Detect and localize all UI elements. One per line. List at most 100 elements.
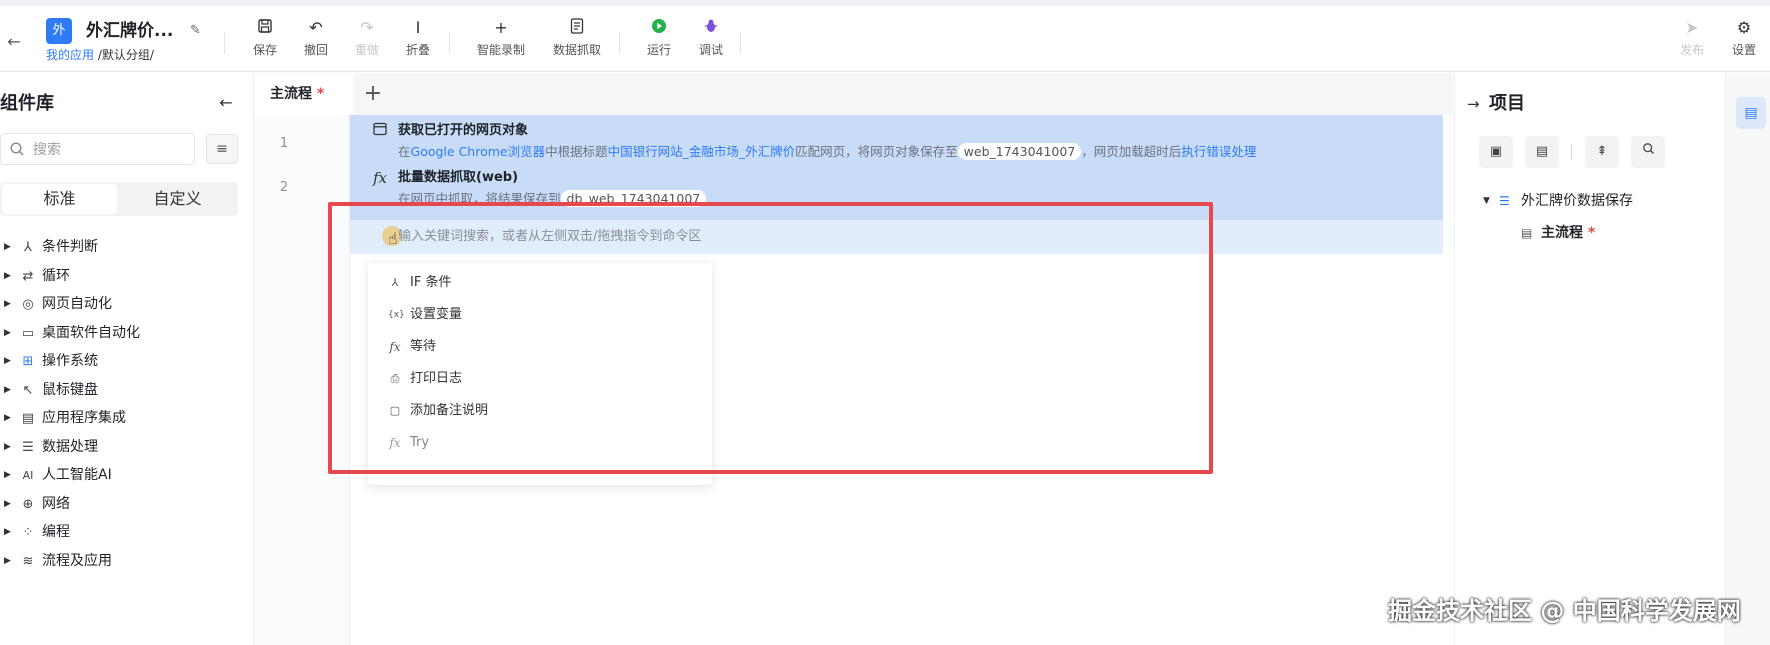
category-item[interactable]: ▶ ☰ 数据处理: [0, 433, 250, 462]
undo-label: 撤回: [303, 43, 328, 57]
category-item[interactable]: ▶ ▭ 桌面软件自动化: [0, 319, 250, 348]
debug-label: 调试: [698, 43, 723, 57]
editor-tabbar: 主流程 * +: [254, 73, 1453, 115]
category-item[interactable]: ▶ ⊞ 操作系统: [0, 347, 250, 376]
desc-error-handling-link[interactable]: 执行错误处理: [1181, 144, 1256, 159]
category-item[interactable]: ▶ ⇄ 循环: [0, 262, 250, 291]
expand-caret-icon: ▶: [4, 555, 11, 566]
category-label: 应用程序集成: [42, 410, 126, 426]
expand-caret-icon: ▶: [4, 498, 11, 509]
branch-icon: ⅄: [391, 276, 399, 289]
sort-filter-button[interactable]: ≡: [206, 134, 238, 164]
debug-button[interactable]: 调试: [686, 18, 736, 64]
variable-chip[interactable]: web_1743041007: [957, 143, 1082, 160]
category-item[interactable]: ▶ ⅄ 条件判断: [0, 233, 250, 262]
undo-button[interactable]: ↶ 撤回: [291, 18, 341, 64]
document-panel-button[interactable]: ▤: [1736, 97, 1766, 129]
back-arrow-icon[interactable]: ←: [4, 32, 24, 52]
project-tree-root-label: 外汇牌价数据保存: [1521, 193, 1633, 209]
plus-icon: +: [494, 18, 508, 37]
desc-text: ，网页加载超时后: [1081, 144, 1182, 159]
category-label: 操作系统: [42, 353, 98, 369]
publish-label: 发布: [1679, 43, 1704, 57]
document-icon: [550, 18, 604, 38]
run-button[interactable]: 运行: [634, 18, 684, 64]
desc-title-link[interactable]: 中国银行网站_金融市场_外汇牌价: [608, 144, 796, 159]
run-label: 运行: [646, 43, 671, 57]
expand-caret-icon: ▶: [4, 299, 11, 309]
suggestion-item[interactable]: ⅄ IF 条件: [368, 267, 712, 299]
suggestion-item[interactable]: {x} 设置变量: [368, 299, 712, 331]
new-flow-button[interactable]: ▤: [1525, 136, 1559, 168]
suggestion-item[interactable]: fx Try: [368, 427, 712, 459]
data-scrape-button[interactable]: 数据抓取: [550, 18, 604, 64]
command-search-placeholder[interactable]: 输入关键词搜索，或者从左侧双击/拖拽指令到命令区: [398, 228, 998, 246]
function-icon: fx: [389, 340, 401, 354]
smart-record-button[interactable]: + 智能录制: [474, 18, 528, 64]
category-item[interactable]: ▶ ≋ 流程及应用: [0, 547, 250, 576]
collapse-all-button[interactable]: ⇞: [1585, 136, 1619, 168]
tab-main-flow[interactable]: 主流程 *: [254, 74, 354, 115]
category-item[interactable]: ▶ ⁘ 编程: [0, 518, 250, 547]
desc-text: 匹配网页，将网页对象保存至: [795, 144, 958, 159]
category-item[interactable]: ▶ ⊕ 网络: [0, 490, 250, 519]
new-folder-button[interactable]: ▣: [1479, 136, 1513, 168]
category-item[interactable]: ▶ ▤ 应用程序集成: [0, 404, 250, 433]
breadcrumb-my-apps-link[interactable]: 我的应用: [46, 48, 94, 62]
add-tab-plus-icon[interactable]: +: [360, 81, 386, 107]
toolbar-divider: [449, 32, 450, 54]
category-label: 数据处理: [42, 438, 98, 455]
expand-caret-icon: ▶: [4, 441, 11, 452]
line-number: 1: [279, 136, 289, 151]
collapse-button[interactable]: I 折叠: [393, 18, 443, 64]
suggestion-label: 打印日志: [410, 371, 463, 386]
edit-name-icon[interactable]: ✎: [190, 23, 206, 39]
suggestion-item[interactable]: ▢ 添加备注说明: [368, 395, 712, 427]
tab-custom[interactable]: 自定义: [120, 184, 235, 214]
settings-button[interactable]: ⚙ 设置: [1720, 18, 1768, 64]
line-number-gutter: 1 2: [254, 115, 350, 645]
category-label: 桌面软件自动化: [42, 324, 140, 341]
desc-browser-link[interactable]: Google Chrome浏览器: [411, 144, 546, 159]
database-icon: ☰: [22, 439, 34, 455]
expand-caret-icon: ▶: [4, 527, 11, 537]
redo-button[interactable]: ↷ 重做: [342, 18, 392, 64]
variable-chip[interactable]: db_web_1743041007: [560, 190, 707, 207]
project-search-button[interactable]: [1631, 136, 1665, 168]
publish-button[interactable]: ➤ 发布: [1668, 18, 1716, 64]
unsaved-marker: *: [1583, 225, 1596, 241]
command-description: 在网页中抓取，将结果保存到 db_web_1743041007: [398, 190, 707, 208]
suggestion-item[interactable]: ⎙ 打印日志: [368, 363, 712, 395]
category-label: 鼠标键盘: [42, 381, 98, 398]
expand-panel-arrow-icon[interactable]: →: [1467, 92, 1480, 116]
desc-text: 在网页中抓取，将结果保存到: [398, 191, 561, 206]
expand-caret-icon: ▶: [4, 356, 11, 366]
collapse-panel-arrow-icon[interactable]: ←: [216, 91, 236, 115]
component-library-title: 组件库: [0, 93, 54, 114]
selected-commands-block[interactable]: 获取已打开的网页对象 在Google Chrome浏览器中根据标题中国银行网站_…: [350, 115, 1443, 220]
tab-standard[interactable]: 标准: [2, 184, 117, 214]
category-label: 人工智能AI: [42, 467, 112, 483]
search-icon: [1642, 143, 1655, 159]
expand-caret-icon: ▶: [4, 470, 11, 480]
layers-icon: ≋: [22, 553, 34, 569]
suggestion-label: IF 条件: [410, 275, 452, 290]
command-input-row[interactable]: 输入关键词搜索，或者从左侧双击/拖拽指令到命令区 ☝: [350, 220, 1443, 254]
category-item[interactable]: ▶ ↖ 鼠标键盘: [0, 376, 250, 405]
expand-caret-icon: ▶: [4, 384, 11, 395]
toolbar-divider: [740, 32, 741, 54]
component-library-panel: 组件库 ← ≡ 标准 自定义 ▶ ⅄ 条件判断 ▶ ⇄ 循环 ▶ ◎ 网页自动化 ▶ ▭ 桌面软…: [0, 73, 254, 645]
category-item[interactable]: ▶ AI 人工智能AI: [0, 461, 250, 490]
save-button[interactable]: 保存: [240, 18, 290, 64]
project-tree-main-flow-label: 主流程 *: [1541, 223, 1595, 243]
category-item[interactable]: ▶ ◎ 网页自动化: [0, 290, 250, 319]
suggestion-label: 设置变量: [410, 307, 463, 322]
tab-main-flow-label: 主流程: [270, 86, 312, 102]
collapse-caret-icon: ▼: [1483, 196, 1490, 206]
component-search-input[interactable]: [33, 139, 183, 161]
database-icon: ☰: [1499, 194, 1510, 208]
gear-icon: ⚙: [1736, 18, 1752, 37]
category-label: 网页自动化: [42, 296, 112, 312]
category-label: 编程: [42, 524, 70, 540]
suggestion-item[interactable]: fx 等待: [368, 331, 712, 363]
